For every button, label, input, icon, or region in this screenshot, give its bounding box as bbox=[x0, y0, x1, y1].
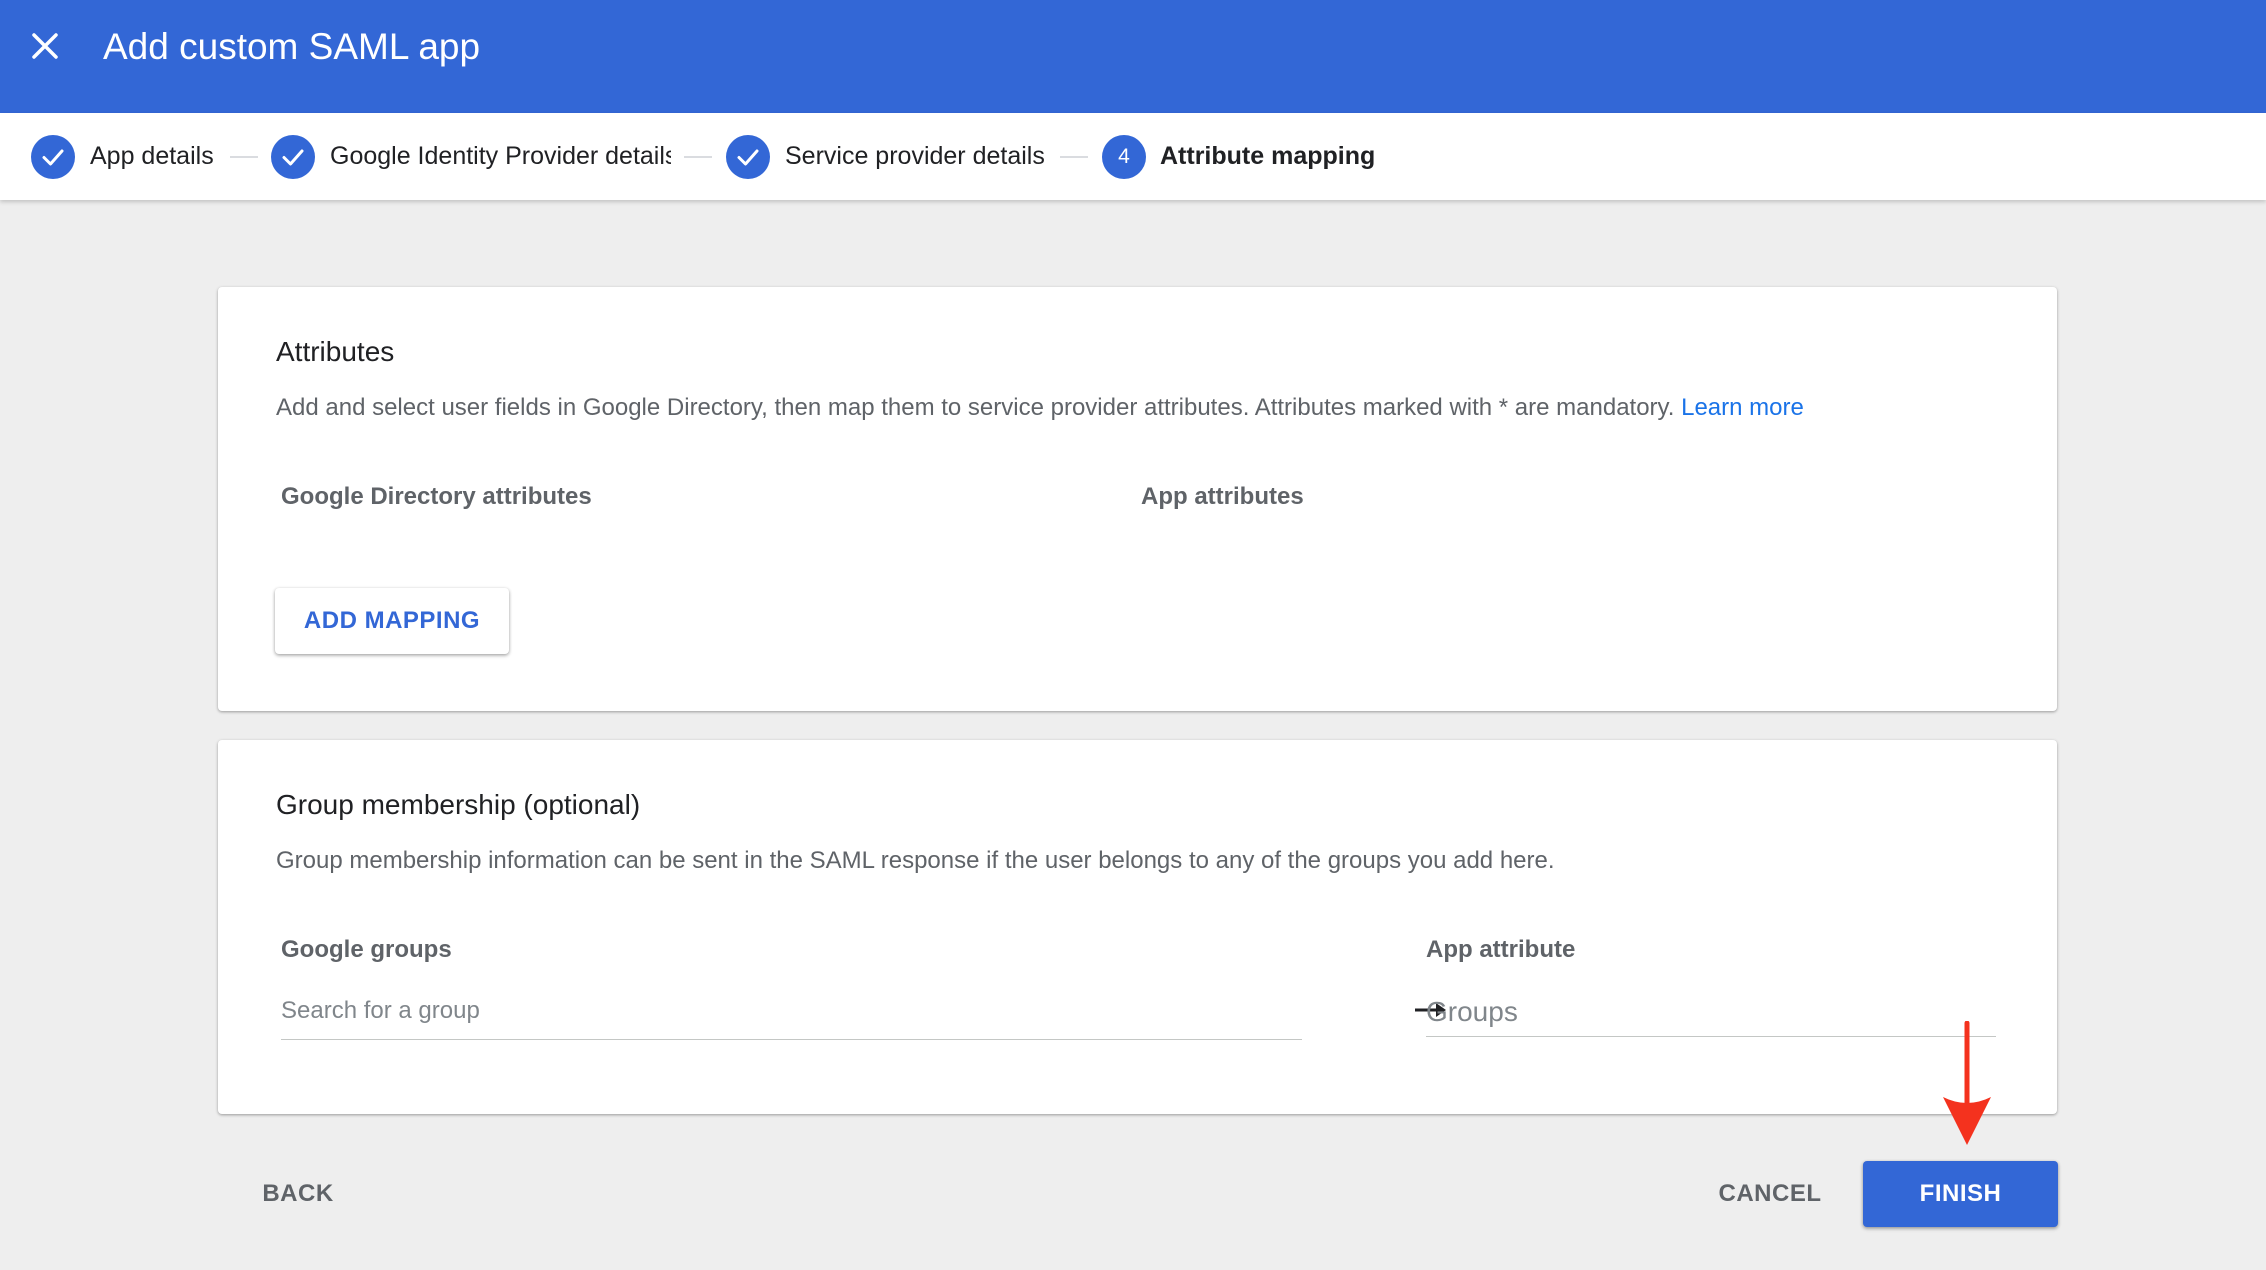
app-attribute-header: App attribute bbox=[1426, 936, 1576, 963]
step-sp-details[interactable]: Service provider details bbox=[726, 113, 1045, 200]
step-complete-indicator bbox=[726, 134, 770, 179]
add-mapping-button[interactable]: ADD MAPPING bbox=[275, 588, 509, 654]
step-number-indicator: 4 bbox=[1102, 134, 1146, 179]
step-connector bbox=[230, 156, 258, 158]
app-attribute-input[interactable] bbox=[1426, 987, 1996, 1037]
attributes-card: Attributes Add and select user fields in… bbox=[218, 287, 2057, 711]
check-icon bbox=[282, 149, 304, 165]
learn-more-link[interactable]: Learn more bbox=[1681, 394, 1804, 421]
step-label: Attribute mapping bbox=[1160, 142, 1376, 170]
attributes-description: Add and select user fields in Google Dir… bbox=[276, 394, 1804, 422]
step-complete-indicator bbox=[271, 134, 315, 179]
check-icon bbox=[737, 149, 759, 165]
google-groups-search-input[interactable] bbox=[281, 982, 1302, 1040]
back-button[interactable]: BACK bbox=[244, 1161, 352, 1227]
step-connector bbox=[684, 156, 712, 158]
close-button[interactable] bbox=[22, 23, 68, 69]
finish-button[interactable]: FINISH bbox=[1863, 1161, 2058, 1227]
step-label: Service provider details bbox=[785, 142, 1045, 170]
app-header: Add custom SAML app bbox=[0, 0, 2266, 113]
annotation-arrow-icon bbox=[1943, 1021, 1991, 1145]
stepper: App details Google Identity Provider det… bbox=[0, 113, 2266, 200]
attributes-title: Attributes bbox=[276, 336, 395, 367]
step-label: Google Identity Provider details bbox=[330, 142, 671, 170]
group-membership-card: Group membership (optional) Group member… bbox=[218, 740, 2057, 1114]
group-membership-description: Group membership information can be sent… bbox=[276, 847, 1555, 874]
step-label: App details bbox=[90, 142, 214, 170]
app-attributes-header: App attributes bbox=[1141, 483, 1304, 510]
step-app-details[interactable]: App details bbox=[31, 113, 214, 200]
step-number: 4 bbox=[1118, 144, 1130, 168]
check-icon bbox=[42, 149, 64, 165]
step-attribute-mapping[interactable]: 4 Attribute mapping bbox=[1102, 113, 1375, 200]
step-idp-details[interactable]: Google Identity Provider details bbox=[271, 113, 671, 200]
close-icon bbox=[32, 33, 58, 59]
step-complete-indicator bbox=[31, 134, 75, 179]
group-membership-title: Group membership (optional) bbox=[276, 789, 641, 820]
google-directory-attributes-header: Google Directory attributes bbox=[281, 483, 592, 510]
page-title: Add custom SAML app bbox=[103, 26, 481, 67]
step-connector bbox=[1060, 156, 1088, 158]
cancel-button[interactable]: CANCEL bbox=[1700, 1161, 1840, 1227]
attributes-description-text: Add and select user fields in Google Dir… bbox=[276, 394, 1675, 421]
google-groups-header: Google groups bbox=[281, 936, 452, 963]
